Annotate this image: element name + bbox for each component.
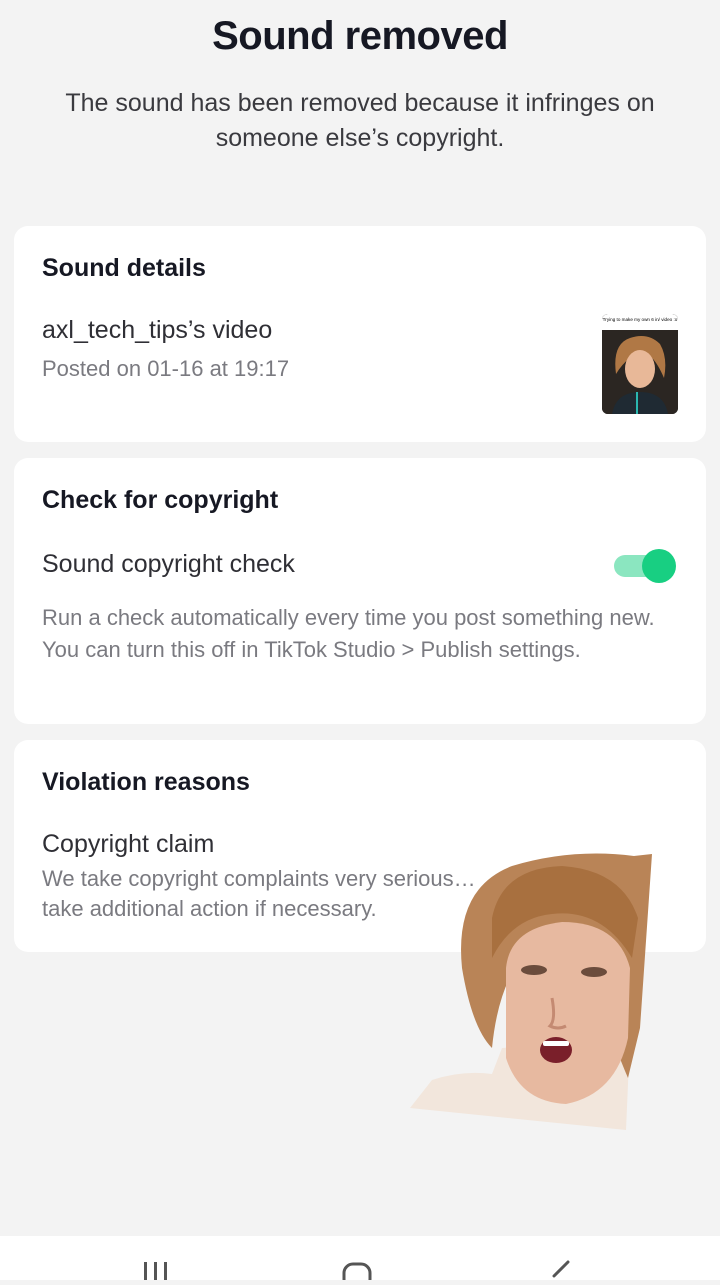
page-subtitle: The sound has been removed because it in… <box>65 89 655 152</box>
copyright-claim-title: Copyright claim <box>42 830 215 858</box>
page-title: Sound removed <box>212 14 508 58</box>
copyright-check-description: Run a check automatically every time you… <box>42 605 655 662</box>
recent-apps-icon[interactable] <box>136 1256 176 1280</box>
posted-date: Posted on 01-16 at 19:17 <box>42 356 290 381</box>
video-thumbnail[interactable]: Trying to make my own 6 in/ video :o <box>602 314 678 414</box>
copyright-check-label: Sound copyright check <box>42 550 295 578</box>
violation-reasons-heading: Violation reasons <box>42 768 250 796</box>
toggle-knob <box>642 549 676 583</box>
sound-details-card: Sound details axl_tech_tips’s video Post… <box>14 226 706 442</box>
copyright-check-toggle[interactable] <box>614 549 678 583</box>
system-nav-bar <box>0 1236 720 1285</box>
video-title[interactable]: axl_tech_tips’s video <box>42 316 272 345</box>
thumbnail-caption: Trying to make my own 6 in/ video :o <box>603 317 678 322</box>
copyright-check-card: Check for copyright Sound copyright chec… <box>14 458 706 724</box>
copyright-check-heading: Check for copyright <box>42 486 279 514</box>
back-icon[interactable] <box>540 1256 580 1280</box>
home-icon[interactable] <box>338 1256 378 1285</box>
sound-details-heading: Sound details <box>42 254 206 282</box>
person-cutout-overlay <box>402 848 652 1130</box>
